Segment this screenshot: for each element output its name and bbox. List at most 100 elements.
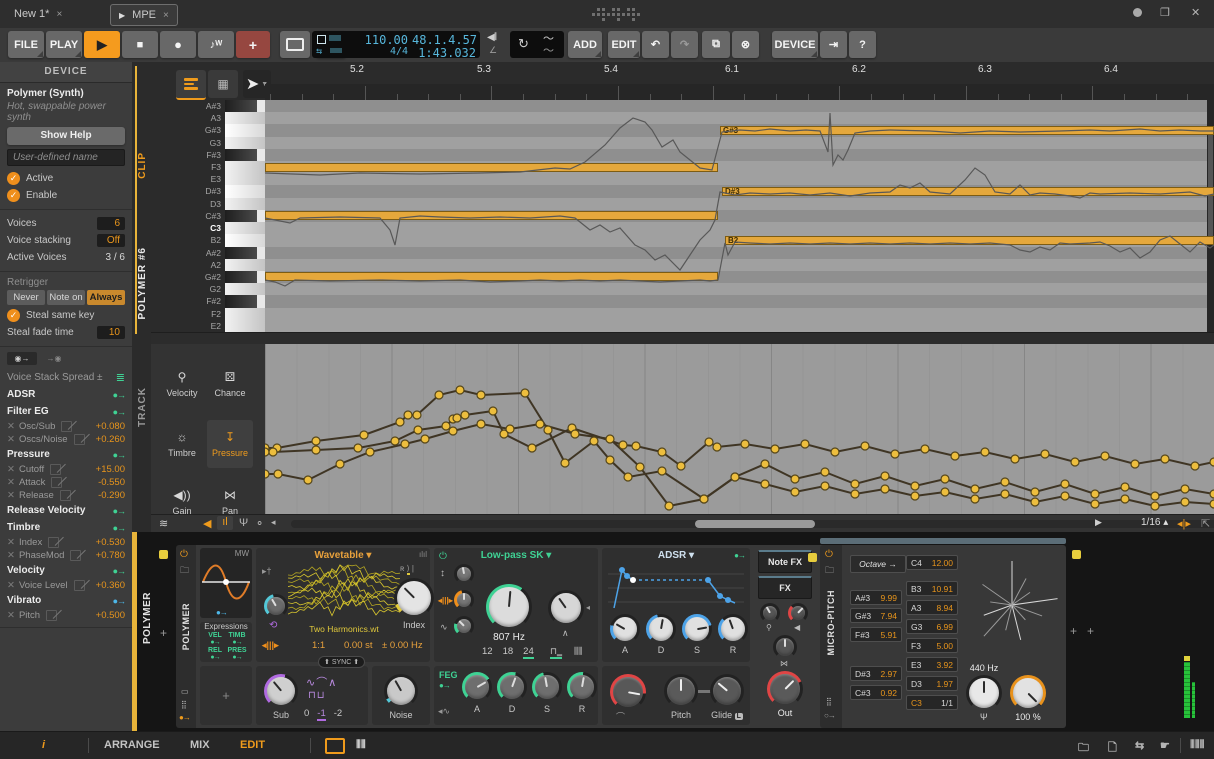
song-position-value[interactable]: 48.1.4.57 (412, 33, 476, 47)
remove-mod-icon[interactable]: ✕ (7, 434, 15, 445)
voice-stack-spread-row[interactable]: Voice Stack Spread ± ≣ (7, 369, 125, 386)
note-value[interactable]: 3.92 (936, 660, 953, 670)
close-icon[interactable]: ✕ (1191, 6, 1200, 19)
note-value[interactable]: 5.00 (936, 641, 953, 651)
mod-curve-icon[interactable] (46, 610, 57, 621)
follow-curve-icon[interactable]: 〜 (543, 42, 554, 58)
wavetable-name[interactable]: Two Harmonics.wt (288, 624, 400, 634)
semitone-value[interactable]: 0.00 st (344, 640, 373, 651)
chain-end-indicator[interactable] (1072, 550, 1081, 559)
remove-mod-icon[interactable]: ✕ (7, 477, 15, 488)
mod-target-row[interactable]: ✕Osc/Sub+0.080 (7, 420, 125, 433)
envelope-graph[interactable] (608, 564, 744, 612)
note-value[interactable]: 10.91 (932, 584, 953, 594)
piano-keys[interactable] (225, 100, 265, 332)
piano-key-E2[interactable] (225, 320, 265, 333)
ruler-label-6.1[interactable]: 6.1 (725, 64, 739, 75)
modulation-out-icon[interactable]: ●→ (179, 713, 190, 722)
layers-icon[interactable]: ≋ (159, 517, 168, 530)
song-time-value[interactable]: 1:43.032 (408, 46, 476, 60)
scroll-handle[interactable] (695, 520, 815, 528)
expressions-panel[interactable]: Expressions VEL●→TIMB●→REL●→PRES●→ (200, 622, 252, 662)
help-button[interactable]: ? (849, 31, 876, 58)
retrigger-option-never[interactable]: Never (7, 290, 45, 305)
piano-key-F#3[interactable] (225, 149, 265, 162)
filter-comb-knob[interactable] (454, 590, 474, 610)
mod-curve-icon[interactable] (74, 580, 85, 591)
micropitch-row-F3[interactable]: F35.00 (906, 638, 958, 653)
piano-key-G#2[interactable] (225, 271, 265, 284)
micropitch-row-D3[interactable]: D31.97 (906, 676, 958, 691)
note-link-icon[interactable]: ⚬ (255, 517, 264, 530)
audition-icon[interactable]: ◀ (203, 517, 211, 530)
undo-button[interactable]: ↶ (642, 31, 669, 58)
fold-view-button[interactable]: ▦ (208, 70, 238, 98)
collapse-left-icon[interactable]: ◂ (271, 517, 276, 528)
piano-key-A#2[interactable] (225, 247, 265, 260)
add-oscillator-cell[interactable]: + (200, 666, 252, 725)
device-select-indicator[interactable] (808, 553, 817, 562)
filter-response-icon-2[interactable]: ⫼⫼ (574, 646, 582, 657)
piano-key-F#2[interactable] (225, 295, 265, 308)
micropitch-row-G3[interactable]: G36.99 (906, 619, 958, 634)
ruler-label-6.4[interactable]: 6.4 (1104, 64, 1118, 75)
loop-icon[interactable]: ↻ (518, 36, 529, 52)
show-help-button[interactable]: Show Help (7, 127, 125, 145)
device-power-icon[interactable]: ⏻ (180, 549, 188, 560)
mod-source-row[interactable]: Velocity●→ (7, 562, 125, 579)
edit-menu-button[interactable]: EDIT (608, 31, 640, 58)
sub-wave-icons-top[interactable]: ∿⌒∧ (306, 674, 337, 690)
mod-target-value[interactable]: -0.290 (98, 490, 125, 501)
device-name-input[interactable]: User-defined name (7, 149, 125, 166)
grid-size-value[interactable]: 1/16 ▴ (1141, 517, 1168, 528)
sub-wave-icons-bottom[interactable]: ⊓⊔ (308, 690, 326, 701)
adsr-knob-D[interactable] (646, 614, 676, 644)
micropitch-row-E3[interactable]: E33.92 (906, 657, 958, 672)
mapping-grid-icon[interactable]: ⣿ (181, 700, 187, 709)
touch-icon[interactable]: ☛ (1160, 739, 1170, 752)
note-value[interactable]: 5.91 (880, 630, 897, 640)
expression-pres[interactable]: PRES●→ (226, 647, 248, 661)
checkbox-icon[interactable]: ✓ (7, 309, 20, 322)
mod-source-row[interactable]: ADSR●→ (7, 386, 125, 403)
view-tab-mix[interactable]: MIX (190, 739, 210, 751)
restore-icon[interactable]: ❐ (1160, 6, 1170, 19)
mod-targets-tab[interactable]: →◉ (39, 352, 69, 365)
note-value[interactable]: 2.97 (880, 669, 897, 679)
record-button[interactable]: ● (160, 31, 196, 58)
fx-slot[interactable]: FX (758, 576, 812, 599)
pan-knob[interactable] (773, 635, 797, 659)
inspector-row-value[interactable]: 6 (97, 217, 125, 230)
mod-source-row[interactable]: Release Velocity●→ (7, 502, 125, 519)
steal-fade-value[interactable]: 10 (97, 326, 125, 339)
mod-target-row[interactable]: ✕Pitch+0.500 (7, 609, 125, 622)
filter-harmonics-icon[interactable]: ◂|||▸ (438, 596, 453, 605)
remote-controls-icon[interactable]: ▭ (181, 687, 189, 696)
auto-fit-icon[interactable]: ◂|▸ (1177, 517, 1191, 530)
remove-mod-icon[interactable]: ✕ (7, 610, 15, 621)
adsr-knob-A[interactable] (610, 614, 640, 644)
micropitch-device-header[interactable]: ⏻ 🗀 MICRO-PITCH ⣿ ○→ (820, 545, 842, 728)
mod-target-value[interactable]: +0.360 (96, 580, 125, 591)
adsr-knob-S[interactable] (682, 614, 712, 644)
device-power-icon[interactable]: ⏻ (825, 549, 833, 560)
expression-button-pressure[interactable]: ↧Pressure (207, 420, 253, 468)
micropitch-row-C4[interactable]: C412.00 (906, 555, 958, 570)
note-fx-slot[interactable]: Note FX (758, 550, 812, 573)
modulation-out-icon[interactable]: ○→ (824, 711, 835, 720)
delete-button[interactable]: ⊗ (732, 31, 759, 58)
feg-knob-D[interactable] (497, 672, 527, 702)
rail-tab-device[interactable]: POLYMER #6 (137, 247, 148, 319)
overdub-button[interactable]: ♪ᵂ (198, 31, 234, 58)
remove-mod-icon[interactable]: ✕ (7, 580, 15, 591)
rail-tab-track[interactable]: TRACK (137, 387, 148, 427)
transport-display[interactable]: ⇆ 110.00 4/4 48.1.4.57 1:43.032 (312, 31, 480, 58)
cutoff-value[interactable]: 807 Hz (480, 632, 538, 643)
note-grid[interactable]: G#3D#3B2 (265, 100, 1214, 332)
mod-target-row[interactable]: ✕Cutoff+15.00 (7, 463, 125, 476)
sync-badge[interactable]: ⬆ SYNC ⬆ (318, 656, 365, 668)
filter-type-dropdown[interactable]: Low-pass SK ▾ (434, 550, 598, 561)
env-type-dropdown[interactable]: ADSR ▾ (602, 550, 750, 561)
note-editor-view-button[interactable] (176, 70, 206, 100)
mod-target-value[interactable]: +0.080 (96, 421, 125, 432)
